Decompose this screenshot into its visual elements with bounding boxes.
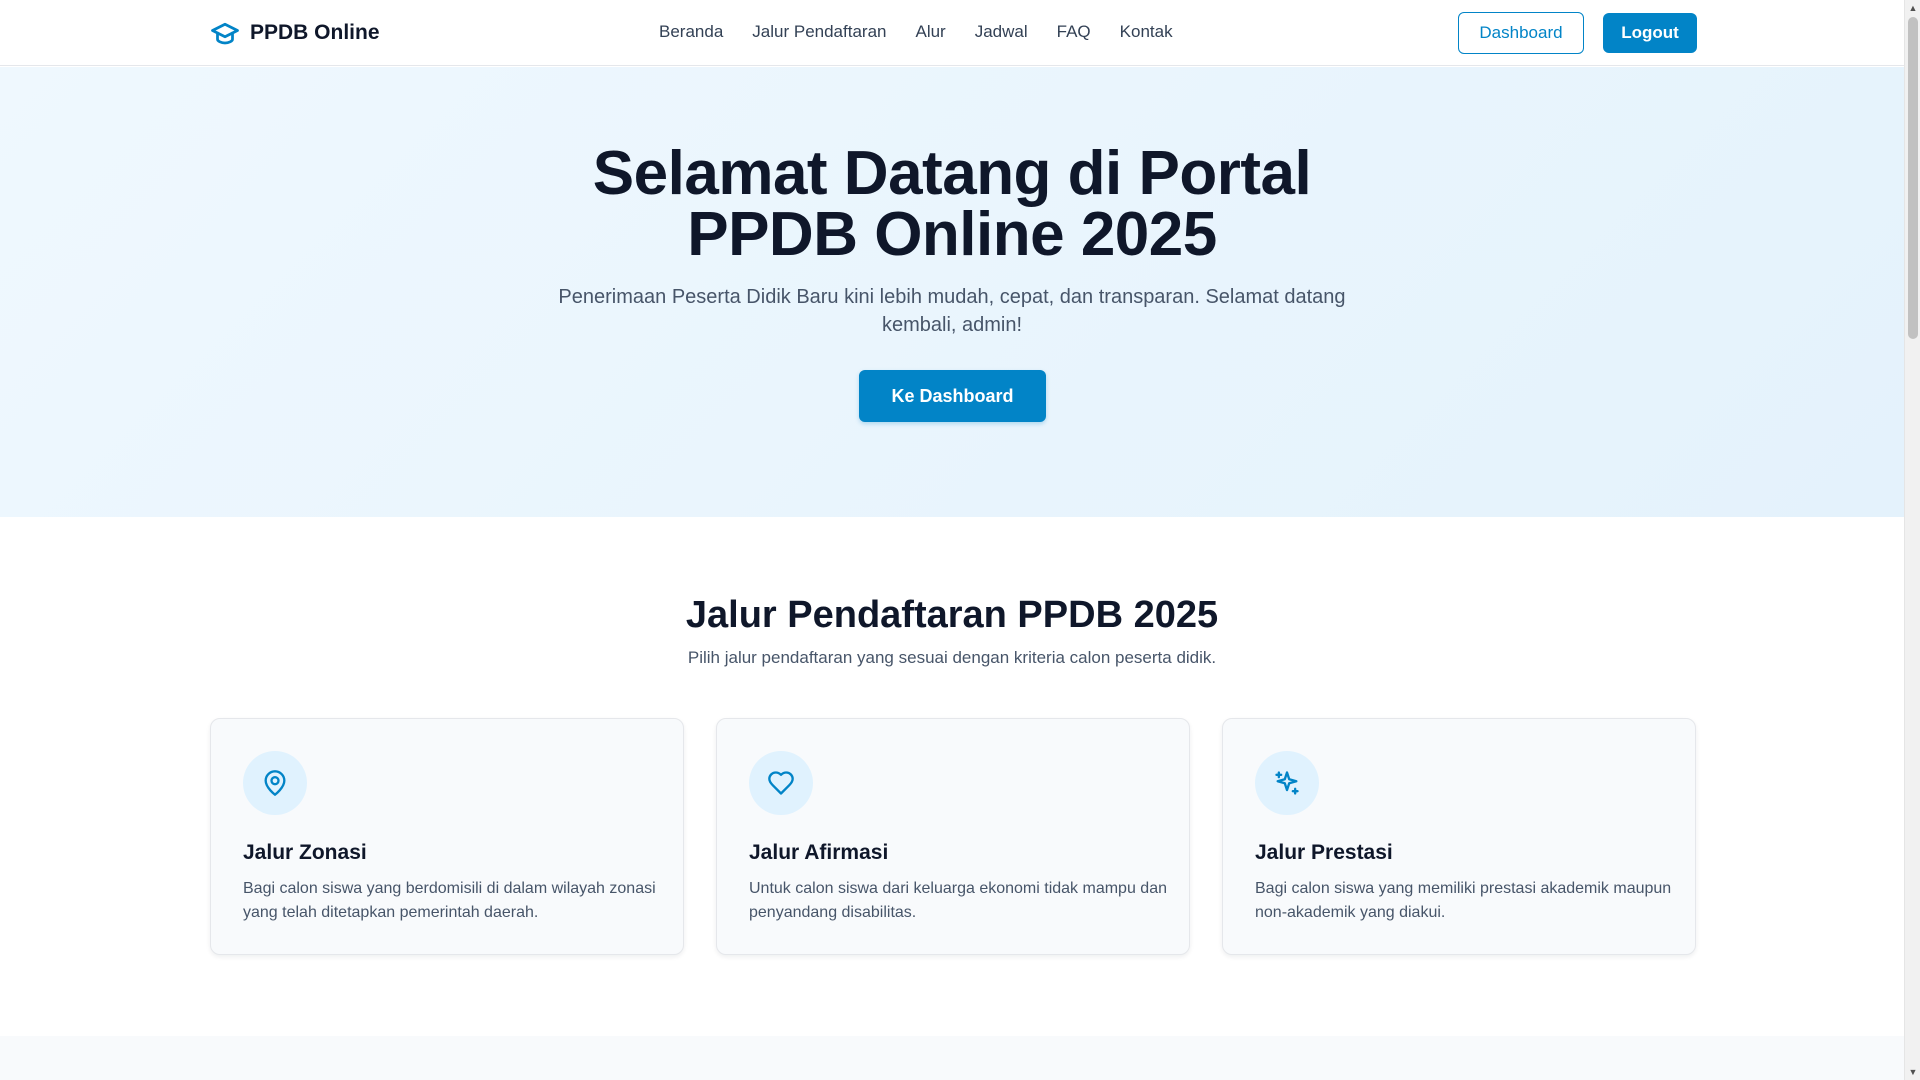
card-description: Bagi calon siswa yang memiliki prestasi … xyxy=(1255,880,1672,921)
navbar: PPDB Online Beranda Jalur Pendaftaran Al… xyxy=(0,0,1904,66)
nav-link-jadwal[interactable]: Jadwal xyxy=(975,22,1028,42)
card-title: Jalur Prestasi xyxy=(1255,841,1393,864)
main-nav: Beranda Jalur Pendaftaran Alur Jadwal FA… xyxy=(659,22,1173,42)
section-subtitle: Pilih jalur pendaftaran yang sesuai deng… xyxy=(687,648,1217,667)
scrollbar-thumb[interactable] xyxy=(1908,17,1918,339)
scroll-up-arrow-icon[interactable]: ▲ xyxy=(1905,0,1920,16)
hero-title-line-1: Selamat Datang di Portal xyxy=(592,139,1312,208)
card-description: Bagi calon siswa yang berdomisili di dal… xyxy=(243,880,656,921)
section-title: Jalur Pendaftaran PPDB 2025 xyxy=(685,594,1219,636)
hero-subtitle: Penerimaan Peserta Didik Baru kini lebih… xyxy=(558,286,1346,336)
logout-button[interactable]: Logout xyxy=(1603,13,1697,53)
graduation-cap-icon xyxy=(210,18,240,48)
scroll-down-arrow-icon[interactable]: ▼ xyxy=(1905,1064,1920,1080)
card-jalur-afirmasi[interactable]: Jalur Afirmasi Untuk calon siswa dari ke… xyxy=(716,718,1190,955)
card-jalur-zonasi[interactable]: Jalur Zonasi Bagi calon siswa yang berdo… xyxy=(210,718,684,955)
map-pin-icon xyxy=(243,751,307,815)
card-jalur-prestasi[interactable]: Jalur Prestasi Bagi calon siswa yang mem… xyxy=(1222,718,1696,955)
nav-link-beranda[interactable]: Beranda xyxy=(659,22,723,42)
card-title: Jalur Afirmasi xyxy=(749,841,889,864)
sparkles-icon xyxy=(1255,751,1319,815)
brand[interactable]: PPDB Online xyxy=(210,18,380,48)
hero-title: Selamat Datang di Portal PPDB Online 202… xyxy=(452,143,1452,266)
ke-dashboard-button[interactable]: Ke Dashboard xyxy=(859,370,1046,422)
brand-name: PPDB Online xyxy=(250,21,380,44)
next-section-band xyxy=(0,1036,1904,1080)
card-description: Untuk calon siswa dari keluarga ekonomi … xyxy=(749,880,1167,921)
card-title: Jalur Zonasi xyxy=(243,841,367,864)
hero-title-line-2: PPDB Online 2025 xyxy=(687,200,1217,269)
nav-link-kontak[interactable]: Kontak xyxy=(1120,22,1173,42)
vertical-scrollbar[interactable]: ▲ ▼ xyxy=(1904,0,1920,1080)
nav-link-jalur-pendaftaran[interactable]: Jalur Pendaftaran xyxy=(752,22,886,42)
hero-section: Selamat Datang di Portal PPDB Online 202… xyxy=(0,67,1904,517)
nav-link-faq[interactable]: FAQ xyxy=(1057,22,1091,42)
dashboard-button[interactable]: Dashboard xyxy=(1458,12,1584,54)
nav-link-alur[interactable]: Alur xyxy=(915,22,945,42)
heart-icon xyxy=(749,751,813,815)
